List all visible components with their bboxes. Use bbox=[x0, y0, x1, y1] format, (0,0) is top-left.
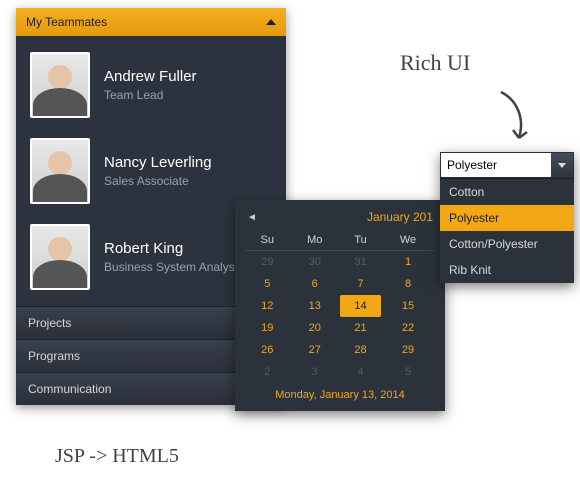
calendar-grid: Su Mo Tu We 2930311567812131415192021222… bbox=[245, 230, 435, 383]
calendar-prev-icon[interactable]: ◄ bbox=[247, 212, 257, 223]
calendar-day[interactable]: 31 bbox=[340, 251, 381, 274]
calendar-day[interactable]: 3 bbox=[290, 361, 340, 383]
combobox-option[interactable]: Polyester bbox=[440, 205, 574, 231]
calendar-day[interactable]: 7 bbox=[340, 273, 381, 295]
calendar-day[interactable]: 8 bbox=[381, 273, 435, 295]
dow-label: We bbox=[381, 230, 435, 251]
calendar-day[interactable]: 12 bbox=[245, 295, 290, 317]
calendar-day[interactable]: 20 bbox=[290, 317, 340, 339]
teammate-name: Nancy Leverling bbox=[104, 154, 212, 171]
calendar: ◄ January 201 Su Mo Tu We 29303115678121… bbox=[235, 200, 445, 411]
teammate-role: Sales Associate bbox=[104, 174, 212, 188]
collapse-icon bbox=[266, 19, 276, 25]
calendar-day[interactable]: 21 bbox=[340, 317, 381, 339]
calendar-day[interactable]: 5 bbox=[245, 273, 290, 295]
dow-label: Su bbox=[245, 230, 290, 251]
calendar-day[interactable]: 14 bbox=[340, 295, 381, 317]
accordion-header-label: My Teammates bbox=[26, 15, 107, 29]
calendar-day[interactable]: 13 bbox=[290, 295, 340, 317]
material-combobox: CottonPolyesterCotton/PolyesterRib Knit bbox=[440, 152, 574, 283]
calendar-day[interactable]: 19 bbox=[245, 317, 290, 339]
combobox-option[interactable]: Rib Knit bbox=[440, 257, 574, 283]
calendar-footer[interactable]: Monday, January 13, 2014 bbox=[245, 383, 435, 401]
avatar bbox=[30, 138, 90, 204]
teammate-role: Business System Analyst bbox=[104, 260, 238, 274]
annotation-jsp-html5: JSP -> HTML5 bbox=[55, 445, 179, 468]
teammate-name: Andrew Fuller bbox=[104, 68, 197, 85]
combobox-option[interactable]: Cotton bbox=[440, 179, 574, 205]
calendar-day[interactable]: 26 bbox=[245, 339, 290, 361]
dow-label: Tu bbox=[340, 230, 381, 251]
calendar-day[interactable]: 5 bbox=[381, 361, 435, 383]
combobox-input-wrap bbox=[440, 152, 574, 178]
calendar-day[interactable]: 15 bbox=[381, 295, 435, 317]
dow-label: Mo bbox=[290, 230, 340, 251]
calendar-day[interactable]: 6 bbox=[290, 273, 340, 295]
calendar-day[interactable]: 29 bbox=[245, 251, 290, 274]
calendar-day[interactable]: 2 bbox=[245, 361, 290, 383]
teammate-name: Robert King bbox=[104, 240, 238, 257]
calendar-title[interactable]: January 201 bbox=[367, 210, 433, 224]
avatar bbox=[30, 52, 90, 118]
calendar-day[interactable]: 27 bbox=[290, 339, 340, 361]
chevron-down-icon bbox=[558, 163, 566, 168]
teammate-row[interactable]: Andrew Fuller Team Lead bbox=[16, 42, 286, 128]
arrow-icon bbox=[495, 88, 535, 148]
teammate-role: Team Lead bbox=[104, 88, 197, 102]
combobox-option[interactable]: Cotton/Polyester bbox=[440, 231, 574, 257]
calendar-day[interactable]: 30 bbox=[290, 251, 340, 274]
calendar-day[interactable]: 1 bbox=[381, 251, 435, 274]
calendar-day[interactable]: 28 bbox=[340, 339, 381, 361]
annotation-rich-ui: Rich UI bbox=[400, 50, 470, 76]
accordion-header-teammates[interactable]: My Teammates bbox=[16, 8, 286, 36]
combobox-dropdown: CottonPolyesterCotton/PolyesterRib Knit bbox=[440, 178, 574, 283]
calendar-day[interactable]: 4 bbox=[340, 361, 381, 383]
combobox-toggle-button[interactable] bbox=[551, 153, 573, 177]
avatar bbox=[30, 224, 90, 290]
calendar-day[interactable]: 29 bbox=[381, 339, 435, 361]
combobox-input[interactable] bbox=[441, 153, 551, 177]
calendar-day[interactable]: 22 bbox=[381, 317, 435, 339]
